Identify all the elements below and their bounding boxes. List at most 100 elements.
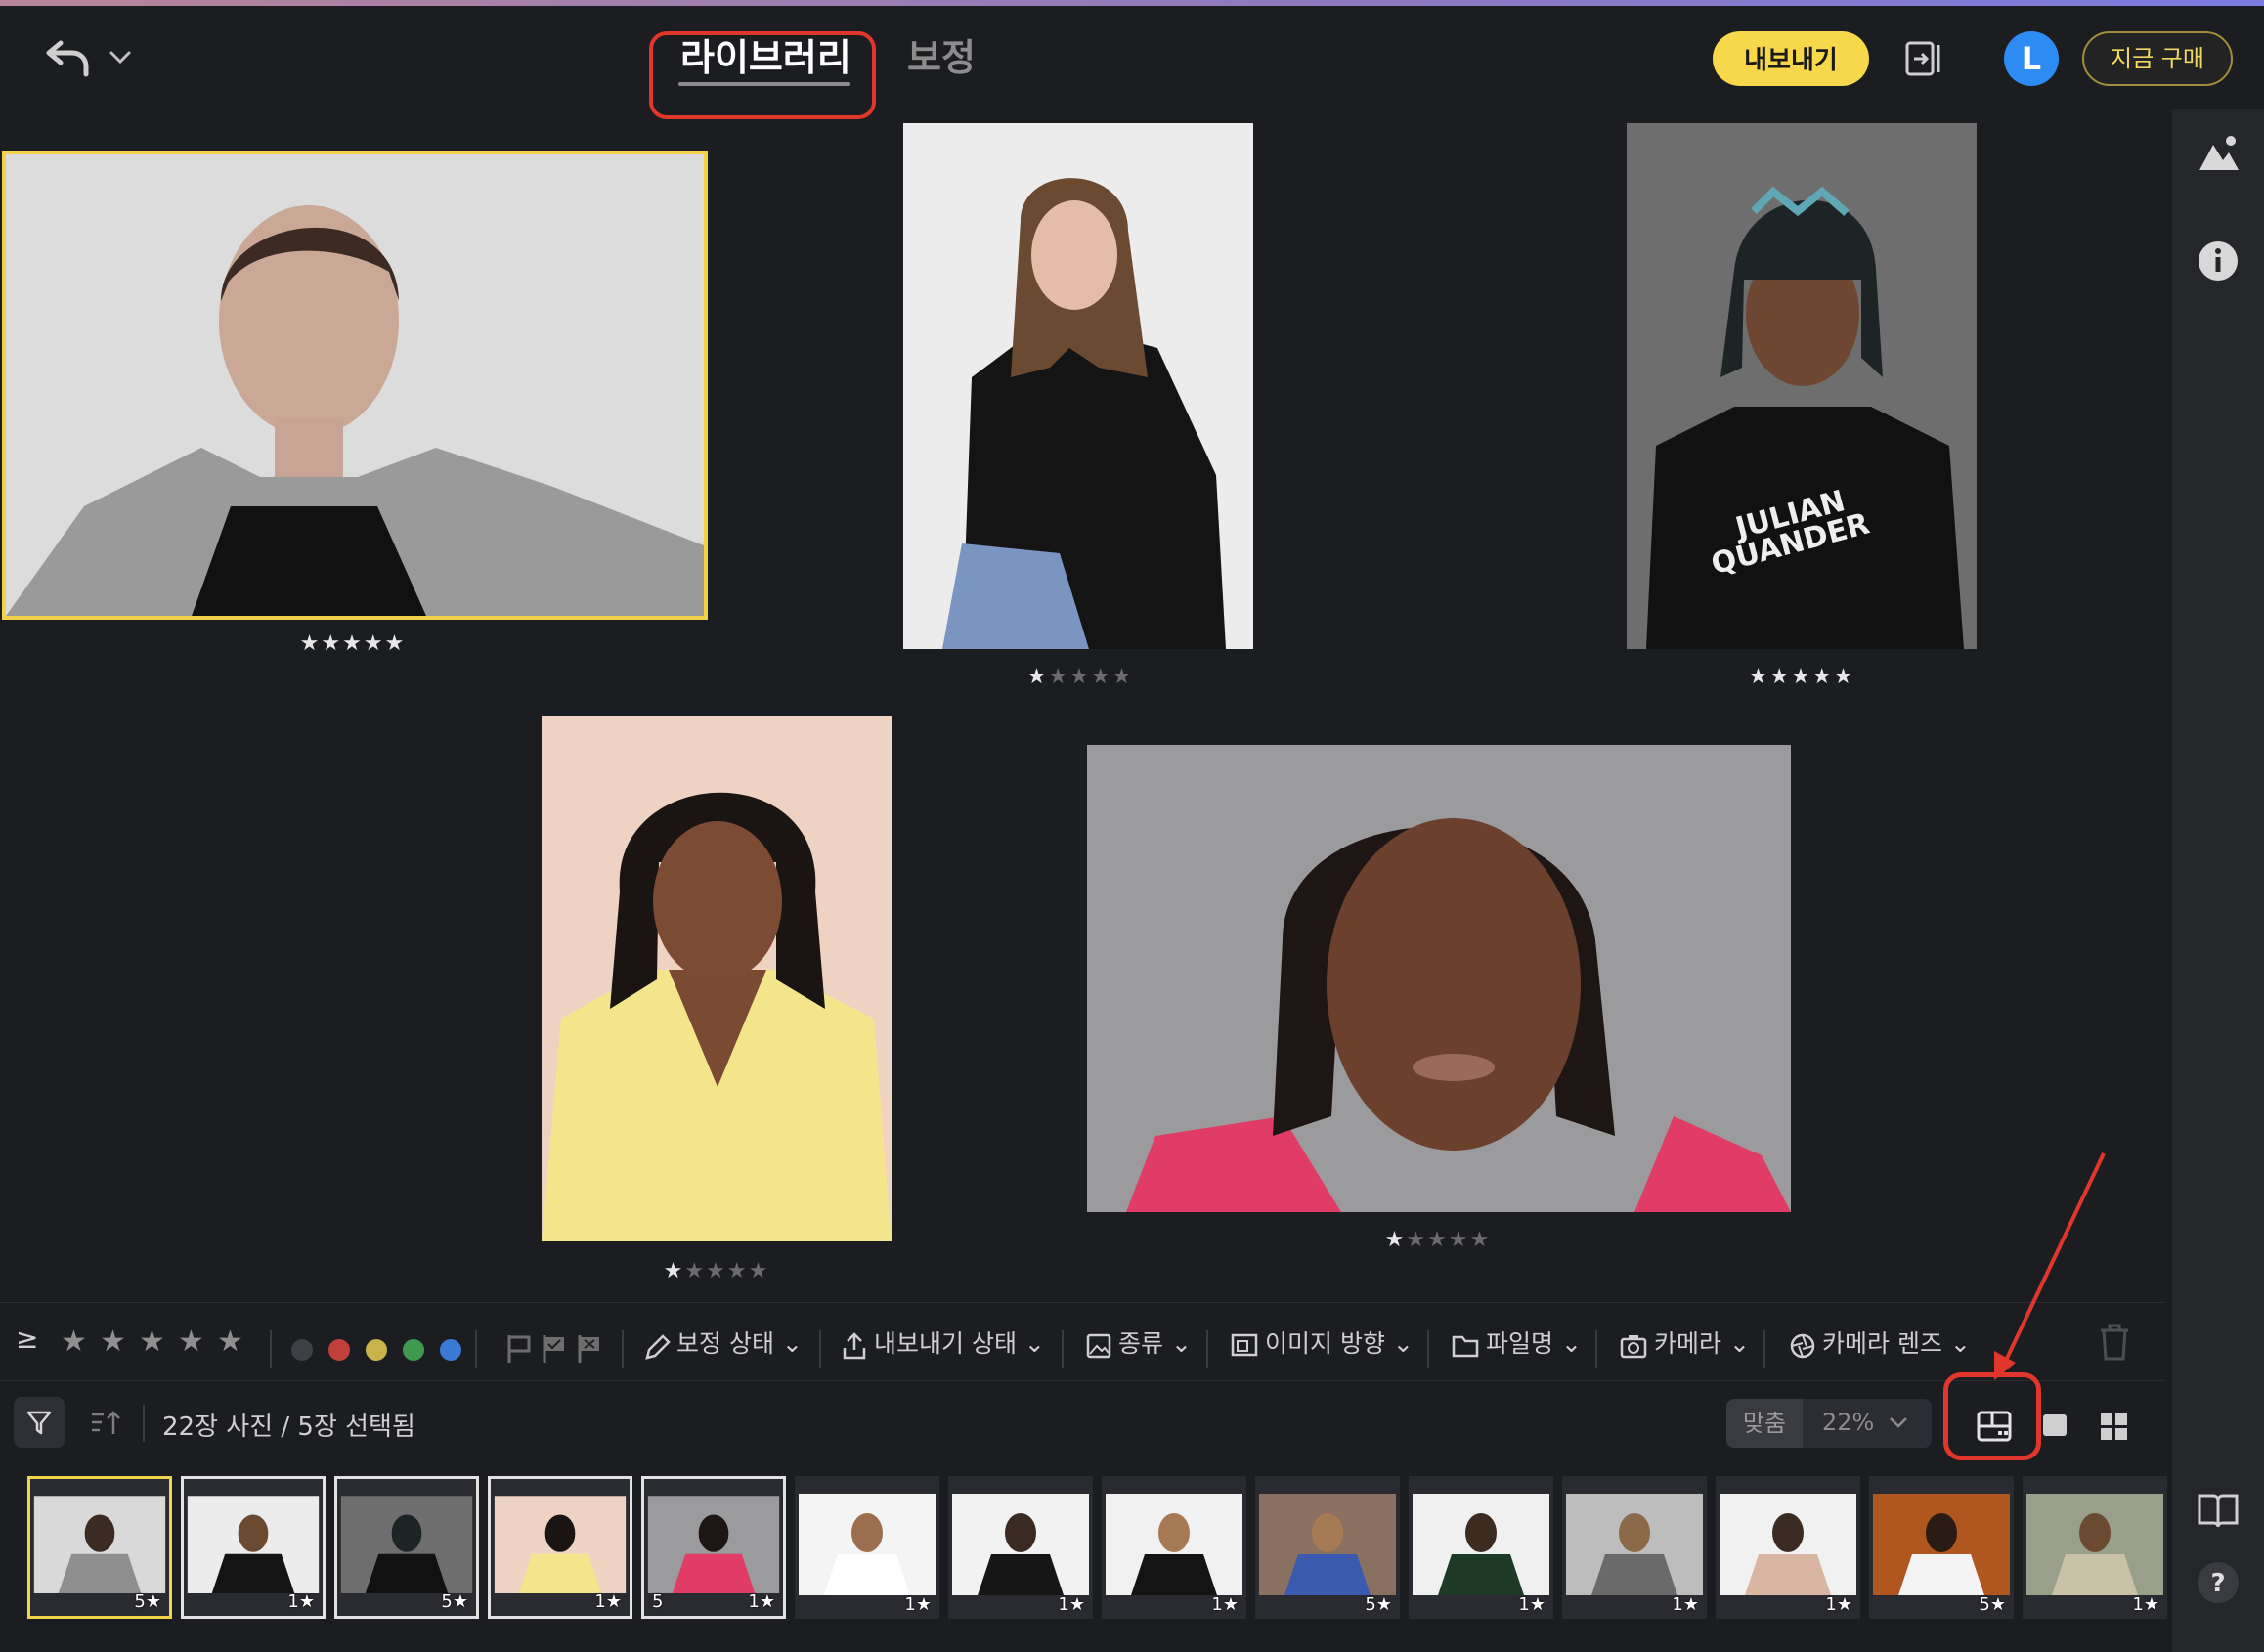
type-dropdown[interactable]: 종류 ⌄	[1118, 1325, 1192, 1360]
trash-icon[interactable]	[2098, 1323, 2131, 1362]
photo-card[interactable]	[542, 716, 892, 1241]
undo-history-chevron-icon[interactable]	[106, 43, 135, 72]
flag-picked-icon[interactable]	[540, 1332, 569, 1366]
rating-star-icon[interactable]: ★	[300, 631, 322, 656]
undo-icon[interactable]	[43, 31, 92, 80]
photo-count-status: 22장 사진 / 5장 선택됨	[162, 1413, 415, 1442]
zoom-chevron-down-icon[interactable]	[1887, 1411, 1910, 1434]
rating-star-icon[interactable]: ★	[1812, 665, 1834, 689]
filmstrip-thumbnail[interactable]: 1★	[795, 1476, 939, 1619]
panel-toggle-icon[interactable]	[1904, 39, 1943, 78]
rating-filter-star-icon[interactable]: ★	[217, 1325, 243, 1359]
rating-star-icon[interactable]: ★	[706, 1259, 727, 1283]
tab-edit[interactable]: 보정	[907, 27, 976, 81]
rating-star-icon[interactable]: ★	[1769, 665, 1791, 689]
rating-star-icon[interactable]: ★	[1834, 665, 1855, 689]
photo-card[interactable]: JULIAN QUANDER	[1627, 123, 1977, 649]
rating-star-icon[interactable]: ★	[1470, 1228, 1492, 1252]
buy-now-button[interactable]: 지금 구매	[2082, 31, 2233, 86]
color-label-dot[interactable]	[366, 1339, 387, 1361]
filmstrip: 5★ 1★ 5★ 1★ 1★ 5 1★ 1★ 1★ 5★ 1★ 1★ 1★ 5★ 1★	[0, 1468, 2167, 1625]
rating-star-icon[interactable]: ★	[1112, 665, 1134, 689]
color-label-dot[interactable]	[403, 1339, 424, 1361]
filmstrip-thumbnail[interactable]: 5★	[1255, 1476, 1400, 1619]
guide-book-icon[interactable]	[2194, 1486, 2242, 1535]
flag-rejected-icon[interactable]	[575, 1332, 604, 1366]
info-icon[interactable]	[2194, 237, 2242, 285]
rating-star-icon[interactable]: ★	[1791, 665, 1812, 689]
flag-outline-icon[interactable]	[504, 1332, 534, 1366]
rating-star-icon[interactable]: ★	[749, 1259, 770, 1283]
rating-star-icon[interactable]: ★	[385, 631, 407, 656]
filter-funnel-icon	[26, 1411, 52, 1435]
color-label-dot[interactable]	[291, 1339, 313, 1361]
photo-rating[interactable]: ★★★★★	[1374, 1228, 1502, 1257]
sort-icon[interactable]	[90, 1409, 123, 1438]
filmstrip-toolbar: 22장 사진 / 5장 선택됨 맞춤 22%	[0, 1380, 2164, 1468]
filmstrip-thumbnail[interactable]: 1★	[488, 1476, 632, 1619]
rating-star-icon[interactable]: ★	[1449, 1228, 1470, 1252]
photo-rating[interactable]: ★★★★★	[1017, 665, 1144, 694]
rating-star-icon[interactable]: ★	[1385, 1228, 1407, 1252]
photo-card[interactable]	[1087, 745, 1791, 1212]
rating-filter-star-icon[interactable]: ★	[178, 1325, 204, 1359]
filmstrip-thumbnail[interactable]: 1★ 5	[641, 1476, 786, 1619]
photo-rating[interactable]: ★★★★★	[289, 631, 416, 661]
camera-dropdown[interactable]: 카메라 ⌄	[1654, 1325, 1750, 1360]
divider	[819, 1330, 821, 1368]
image-orientation-dropdown[interactable]: 이미지 방향 ⌄	[1265, 1325, 1414, 1360]
rating-star-icon[interactable]: ★	[1406, 1228, 1427, 1252]
zoom-level[interactable]: 22%	[1822, 1409, 1874, 1436]
rating-operator[interactable]: ≥	[16, 1323, 38, 1355]
filmstrip-thumbnail[interactable]: 5★	[1869, 1476, 2014, 1619]
rating-star-icon[interactable]: ★	[664, 1259, 685, 1283]
export-button[interactable]: 내보내기	[1713, 31, 1869, 86]
help-icon[interactable]: ?	[2194, 1558, 2242, 1607]
rating-star-icon[interactable]: ★	[1749, 665, 1770, 689]
photo-rating[interactable]: ★★★★★	[653, 1259, 780, 1288]
grid-view-icon[interactable]	[2086, 1399, 2141, 1454]
export-upload-icon	[843, 1332, 866, 1360]
rating-filter-star-icon[interactable]: ★	[139, 1325, 165, 1359]
filmstrip-thumbnail[interactable]: 1★	[948, 1476, 1093, 1619]
filmstrip-thumbnail[interactable]: 5★	[334, 1476, 479, 1619]
photo-rating[interactable]: ★★★★★	[1738, 665, 1865, 694]
rating-star-icon[interactable]: ★	[1091, 665, 1112, 689]
color-label-dot[interactable]	[440, 1339, 461, 1361]
lens-aperture-icon	[1790, 1333, 1815, 1359]
rating-star-icon[interactable]: ★	[1427, 1228, 1449, 1252]
rating-star-icon[interactable]: ★	[364, 631, 385, 656]
filmstrip-thumbnail[interactable]: 1★	[181, 1476, 326, 1619]
filmstrip-thumbnail[interactable]: 5★	[27, 1476, 172, 1619]
rating-star-icon[interactable]: ★	[1048, 665, 1069, 689]
color-label-dot[interactable]	[328, 1339, 350, 1361]
thumbnail-rating: 1★	[594, 1591, 622, 1612]
rating-filter-star-icon[interactable]: ★	[100, 1325, 126, 1359]
rating-star-icon[interactable]: ★	[342, 631, 364, 656]
filmstrip-thumbnail[interactable]: 1★	[1409, 1476, 1553, 1619]
photo-card[interactable]	[903, 123, 1253, 649]
rating-star-icon[interactable]: ★	[1069, 665, 1091, 689]
photo-card[interactable]	[2, 151, 708, 620]
filmstrip-thumbnail[interactable]: 1★	[1562, 1476, 1707, 1619]
thumbnail-rating: 1★	[1518, 1594, 1546, 1615]
rating-star-icon[interactable]: ★	[684, 1259, 706, 1283]
filmstrip-thumbnail[interactable]: 1★	[1102, 1476, 1246, 1619]
camera-lens-dropdown[interactable]: 카메라 렌즈 ⌄	[1822, 1325, 1971, 1360]
divider	[1763, 1330, 1765, 1368]
rating-star-icon[interactable]: ★	[727, 1259, 749, 1283]
filmstrip-thumbnail[interactable]: 1★	[2023, 1476, 2167, 1619]
fit-button[interactable]: 맞춤	[1726, 1399, 1803, 1448]
avatar[interactable]: L	[2004, 31, 2059, 86]
filter-toggle-button[interactable]	[14, 1397, 65, 1448]
rating-star-icon[interactable]: ★	[321, 631, 342, 656]
edit-status-dropdown[interactable]: 보정 상태 ⌄	[676, 1325, 803, 1360]
export-status-dropdown[interactable]: 내보내기 상태 ⌄	[874, 1325, 1045, 1360]
filename-dropdown[interactable]: 파일명 ⌄	[1486, 1325, 1582, 1360]
rating-star-icon[interactable]: ★	[1027, 665, 1049, 689]
landscape-adjust-icon[interactable]	[2194, 129, 2242, 178]
filmstrip-thumbnail[interactable]: 1★	[1716, 1476, 1860, 1619]
rating-filter-star-icon[interactable]: ★	[61, 1325, 87, 1359]
photo-grid: ★★★★★ ★★★★★ JULIAN QUANDER ★★★★★ ★★★★★ ★…	[0, 109, 2164, 1302]
thumbnail-rating: 1★	[287, 1591, 315, 1612]
